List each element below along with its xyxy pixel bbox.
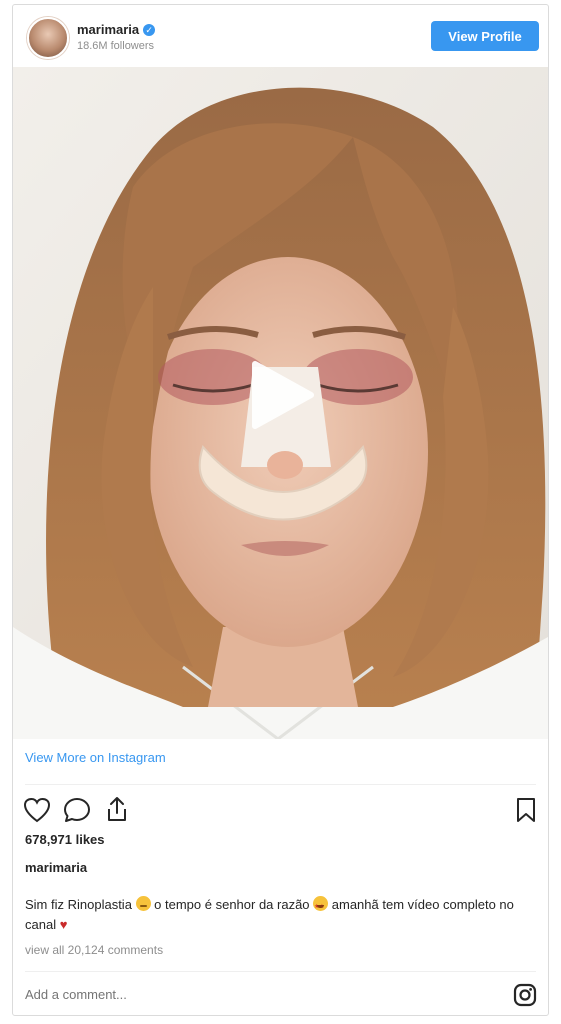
caption-text: o tempo é senhor da razão [150, 897, 314, 912]
divider [25, 784, 536, 785]
comment-input[interactable] [25, 987, 505, 1002]
heart-icon[interactable] [23, 797, 51, 823]
instagram-embed-card: marimaria ✓ 18.6M followers View Profile [12, 4, 549, 1016]
worried-face-icon [135, 896, 151, 911]
post-header: marimaria ✓ 18.6M followers View Profile [13, 5, 548, 67]
bookmark-icon[interactable] [515, 797, 537, 823]
post-video[interactable] [13, 67, 548, 739]
username[interactable]: marimaria [77, 22, 139, 37]
view-profile-button[interactable]: View Profile [431, 21, 539, 51]
star-struck-icon [313, 896, 329, 917]
caption-text: Sim fiz Rinoplastia [25, 897, 136, 912]
post-caption: Sim fiz Rinoplastia o tempo é senhor da … [25, 895, 525, 935]
comment-icon[interactable] [63, 797, 91, 823]
instagram-logo-icon[interactable] [513, 983, 537, 1007]
username-row[interactable]: marimaria ✓ [77, 22, 156, 37]
avatar[interactable] [27, 17, 69, 59]
caption-username[interactable]: marimaria [25, 860, 87, 875]
action-bar [23, 793, 538, 829]
view-more-link[interactable]: View More on Instagram [25, 750, 166, 765]
divider [25, 971, 536, 972]
follower-count: 18.6M followers [77, 40, 155, 52]
heart-emoji-icon: ♥ [59, 917, 68, 932]
view-all-comments-link[interactable]: view all 20,124 comments [25, 943, 163, 957]
share-icon[interactable] [103, 795, 131, 823]
verified-badge-icon: ✓ [143, 24, 156, 36]
play-icon[interactable] [249, 360, 315, 430]
like-count[interactable]: 678,971 likes [25, 832, 105, 847]
